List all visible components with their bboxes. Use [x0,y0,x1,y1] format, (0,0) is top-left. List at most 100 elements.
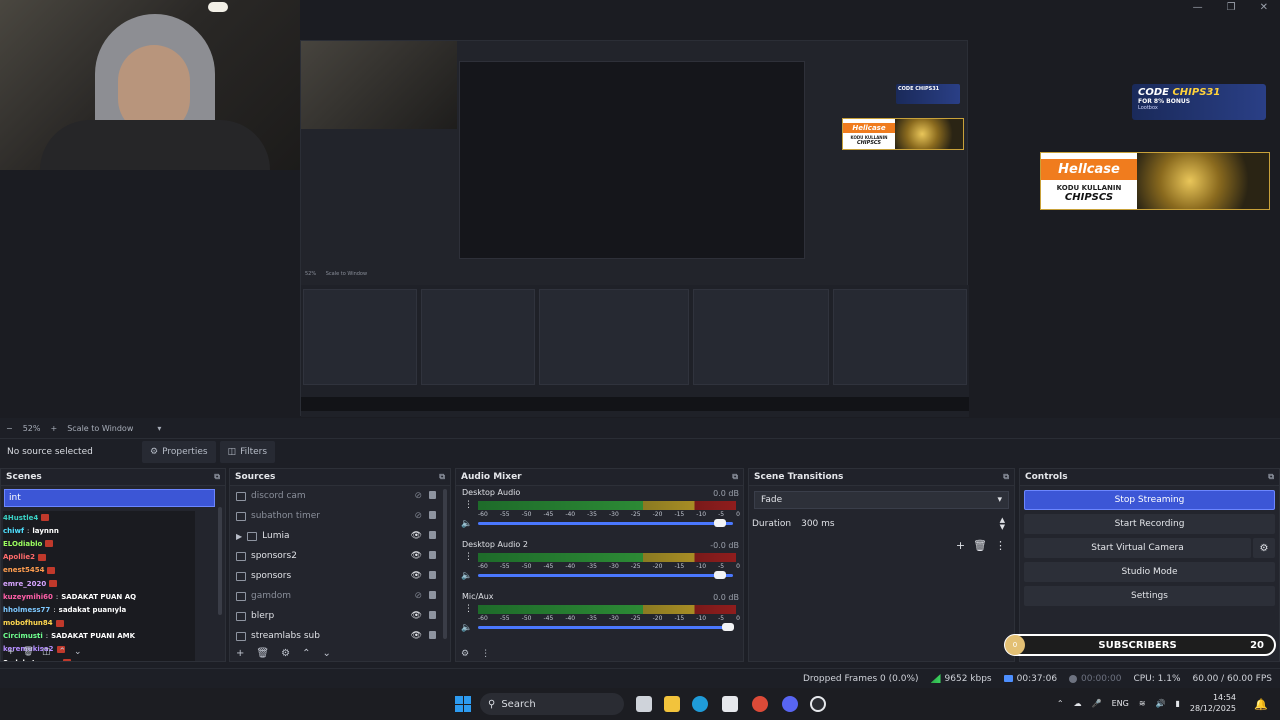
speaker-icon[interactable]: 🔈 [461,519,472,529]
taskbar-clock[interactable]: 14:54 28/12/2025 [1190,692,1236,714]
source-item[interactable]: streamlabs sub 👁 [230,626,450,646]
remove-source-icon[interactable]: 🗑 [256,648,269,659]
undock-icon[interactable]: ⧉ [214,472,220,482]
scene-item-int[interactable]: int [4,489,215,507]
sources-title: Sources [235,472,276,482]
scale-mode-dropdown[interactable]: ▾ [157,424,161,433]
folder-icon [247,531,258,541]
volume-icon[interactable]: 🔊 [1156,699,1166,708]
discord-icon[interactable] [782,696,798,712]
visibility-eye-icon[interactable]: 👁 [411,531,422,541]
source-item[interactable]: sponsors 👁 [230,566,450,586]
add-transition-icon[interactable]: + [956,539,965,552]
channel-menu-icon[interactable]: ⋮ [464,552,473,562]
source-item[interactable]: sponsors2 👁 [230,546,450,566]
start-recording-button[interactable]: Start Recording [1024,514,1275,534]
lock-icon[interactable] [429,591,436,599]
fader-handle[interactable] [721,623,734,631]
settings-button[interactable]: Settings [1024,586,1275,606]
scene-filters-icon[interactable]: ◫ [42,647,51,657]
filters-button[interactable]: ◫ Filters [219,440,276,463]
lock-icon[interactable] [429,611,436,619]
obs-icon[interactable] [810,696,826,712]
hidden-eye-icon[interactable]: ⊘ [414,511,422,521]
lock-icon[interactable] [429,531,436,539]
move-up-icon[interactable]: ⌃ [59,647,67,657]
hidden-eye-icon[interactable]: ⊘ [414,591,422,601]
wifi-icon[interactable]: ≋ [1139,699,1146,708]
undock-icon[interactable]: ⧉ [1003,472,1009,482]
speaker-icon[interactable]: 🔈 [461,571,472,581]
mic-icon[interactable]: 🎤 [1092,699,1102,708]
remove-transition-icon[interactable]: 🗑 [973,539,987,552]
transition-menu-icon[interactable]: ⋮ [995,539,1006,552]
fader-handle[interactable] [714,519,727,527]
start-virtual-camera-button[interactable]: Start Virtual Camera [1024,538,1251,558]
studio-mode-button[interactable]: Studio Mode [1024,562,1275,582]
move-down-icon[interactable]: ⌄ [322,648,330,659]
visibility-eye-icon[interactable]: 👁 [411,551,422,561]
lock-icon[interactable] [429,571,436,579]
stop-streaming-button[interactable]: Stop Streaming [1024,490,1275,510]
windows-start-icon[interactable] [455,696,471,712]
visibility-eye-icon[interactable]: 👁 [411,611,422,621]
source-item[interactable]: discord cam ⊘ [230,486,450,506]
add-source-icon[interactable]: + [236,648,244,659]
speaker-icon[interactable]: 🔈 [461,623,472,633]
file-explorer-icon[interactable] [664,696,680,712]
source-properties-icon[interactable]: ⚙ [281,648,290,659]
scenes-scrollbar[interactable] [218,507,222,615]
zoom-out-button[interactable]: − [6,424,13,433]
spinner-icon[interactable]: ▲ ▼ [1000,517,1005,531]
program-preview[interactable]: 52% Scale to Window CODE CHIPS31 Hellcas… [0,0,1280,418]
chevron-up-icon[interactable]: ⌃ [1057,699,1064,708]
scale-mode[interactable]: Scale to Window [67,424,133,433]
undock-icon[interactable]: ⧉ [732,472,738,482]
fader-handle[interactable] [714,571,727,579]
knife-image [1137,153,1269,209]
source-item[interactable]: gamdom ⊘ [230,586,450,606]
task-view-icon[interactable] [636,696,652,712]
visibility-eye-icon[interactable]: 👁 [411,631,422,641]
close-icon[interactable]: ✕ [1260,2,1268,13]
move-up-icon[interactable]: ⌃ [302,648,310,659]
minimize-icon[interactable]: — [1193,2,1203,13]
hidden-eye-icon[interactable]: ⊘ [414,491,422,501]
transition-select[interactable]: Fade ▾ [754,491,1009,509]
undock-icon[interactable]: ⧉ [1268,472,1274,482]
maximize-icon[interactable]: ❐ [1227,2,1236,13]
lock-icon[interactable] [429,491,436,499]
edge-icon[interactable] [692,696,708,712]
lock-icon[interactable] [429,511,436,519]
advanced-audio-icon[interactable]: ⚙ [461,649,469,659]
cloud-icon[interactable]: ☁ [1074,699,1082,708]
undock-icon[interactable]: ⧉ [439,472,445,482]
taskbar-search[interactable]: ⚲ Search [480,693,624,715]
channel-menu-icon[interactable]: ⋮ [464,500,473,510]
add-scene-icon[interactable]: + [7,647,15,657]
source-item[interactable]: ▶ Lumia 👁 [230,526,450,546]
source-item[interactable]: subathon timer ⊘ [230,506,450,526]
gear-icon[interactable]: ⚙ [1253,538,1275,558]
channel-menu-icon[interactable]: ⋮ [464,604,473,614]
remove-scene-icon[interactable]: 🗑 [23,647,34,657]
sources-scrollbar[interactable] [443,489,447,639]
store-icon[interactable] [722,696,738,712]
language-indicator[interactable]: ENG [1112,699,1129,708]
volume-fader[interactable] [478,574,733,577]
notification-bell-icon[interactable]: 🔔 [1254,698,1268,711]
source-item[interactable]: blerp 👁 [230,606,450,626]
volume-fader[interactable] [478,522,733,525]
lock-icon[interactable] [429,551,436,559]
mixer-menu-icon[interactable]: ⋮ [481,649,490,659]
battery-icon[interactable]: ▮ [1175,699,1179,708]
properties-button[interactable]: ⚙ Properties [142,440,216,463]
chrome-icon[interactable] [752,696,768,712]
volume-fader[interactable] [478,626,733,629]
expand-arrow-icon[interactable]: ▶ [236,532,242,541]
move-down-icon[interactable]: ⌄ [74,647,82,657]
zoom-in-button[interactable]: + [50,424,57,433]
lock-icon[interactable] [429,631,436,639]
visibility-eye-icon[interactable]: 👁 [411,571,422,581]
duration-input[interactable]: 300 ms ▲ ▼ [799,515,1009,533]
